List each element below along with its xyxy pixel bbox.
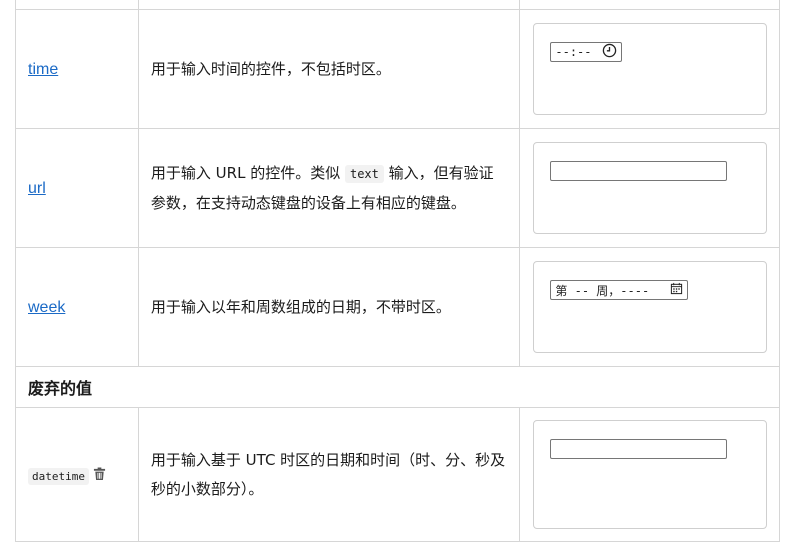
table-row: week 用于输入以年和周数组成的日期，不带时区。 第 -- 周，---- [15,247,780,367]
url-input[interactable] [550,161,728,181]
type-description: 用于输入 URL 的控件。类似 text 输入，但有验证参数，在支持动态键盘的设… [139,159,519,218]
trash-icon [93,466,106,485]
table-row [15,0,780,10]
type-link-week[interactable]: week [28,299,65,317]
demo-box: 第 -- 周，---- [533,261,767,353]
type-name-cell: datetime [15,407,139,542]
table-section-row: 废弃的值 [15,366,780,408]
description-cell: 用于输入以年和周数组成的日期，不带时区。 [137,247,521,367]
week-input-value: 第 -- 周，---- [555,283,650,298]
datetime-input[interactable] [550,439,728,459]
demo-cell [519,128,780,248]
demo-cell [519,407,780,542]
type-link-url[interactable]: url [28,180,46,198]
description-cell: 用于输入基于 UTC 时区的日期和时间（时、分、秒及秒的小数部分）。 [137,407,521,542]
section-title: 废弃的值 [28,379,93,398]
description-cell: 用于输入时间的控件，不包括时区。 [137,9,521,129]
type-description: 用于输入时间的控件，不包括时区。 [150,59,391,78]
type-code-datetime: datetime [28,467,89,485]
demo-box [533,420,767,529]
table-row: datetime 用于输入基于 UTC 时区的日期和时间（时、分、秒及秒的小数部… [15,407,780,542]
demo-cell: 第 -- 周，---- [519,247,780,367]
time-input[interactable]: --:-- [550,42,623,62]
description-text: 用于输入 URL 的控件。类似 [150,163,345,182]
demo-box: --:-- [533,23,767,115]
table-row: url 用于输入 URL 的控件。类似 text 输入，但有验证参数，在支持动态… [15,128,780,248]
type-name-cell: week [15,247,139,367]
type-link-time[interactable]: time [28,61,58,79]
week-input[interactable]: 第 -- 周，---- [550,280,689,300]
inline-code: text [344,164,384,183]
type-name-cell: time [15,9,139,129]
clock-icon[interactable] [602,43,617,61]
type-name-cell: url [15,128,139,248]
demo-cell: --:-- [519,9,780,129]
time-input-value: --:-- [555,45,592,59]
type-description: 用于输入基于 UTC 时区的日期和时间（时、分、秒及秒的小数部分）。 [150,450,506,498]
table-row: time 用于输入时间的控件，不包括时区。 --:-- [15,9,780,129]
input-types-table: time 用于输入时间的控件，不包括时区。 --:-- url 用于输入 URL… [15,0,780,542]
type-description: 用于输入以年和周数组成的日期，不带时区。 [150,297,451,316]
demo-box [533,142,767,234]
description-cell: 用于输入 URL 的控件。类似 text 输入，但有验证参数，在支持动态键盘的设… [137,128,521,248]
calendar-icon[interactable] [670,282,683,298]
